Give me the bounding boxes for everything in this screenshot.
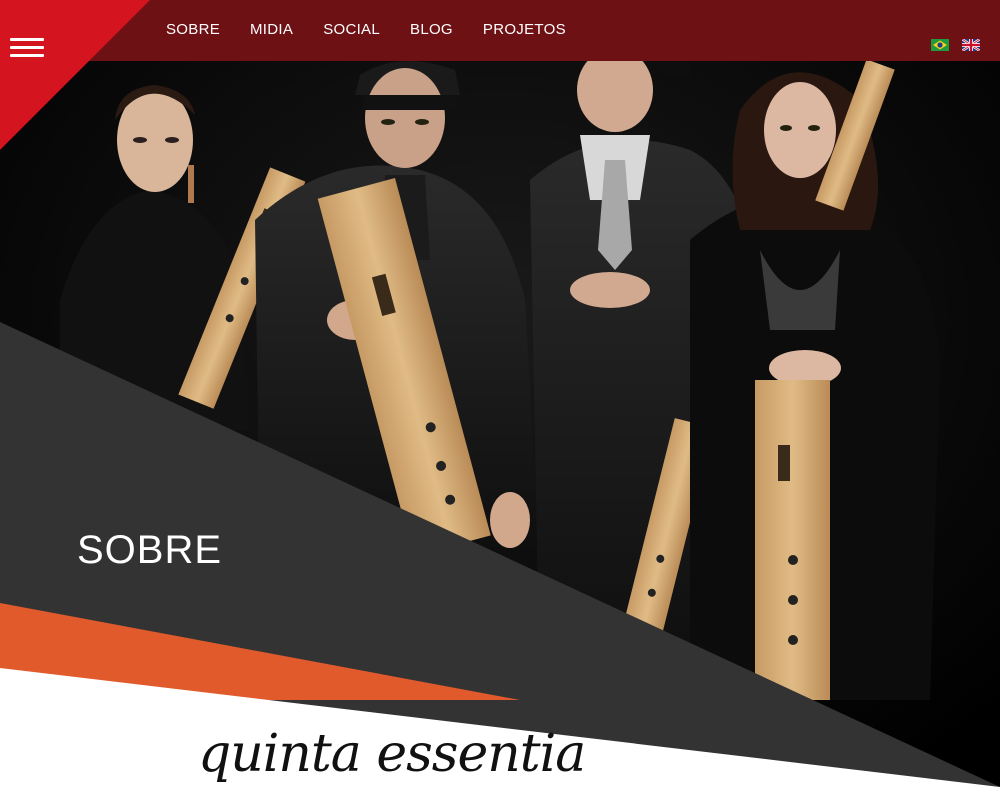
uk-flag-icon[interactable]	[962, 39, 980, 51]
nav-item-sobre[interactable]: SOBRE	[166, 21, 220, 38]
main-nav: SOBRE MIDIA SOCIAL BLOG PROJETOS	[166, 21, 566, 38]
hamburger-line	[10, 38, 44, 41]
top-navigation-bar: SOBRE MIDIA SOCIAL BLOG PROJETOS	[0, 0, 1000, 61]
diagonal-overlay	[0, 322, 1000, 800]
corner-triangle	[0, 0, 150, 150]
quinta-essentia-logo: quinta essentia	[198, 724, 586, 784]
section-title: SOBRE	[77, 528, 223, 572]
language-switcher	[931, 39, 980, 51]
nav-item-blog[interactable]: BLOG	[410, 21, 453, 38]
nav-item-projetos[interactable]: PROJETOS	[483, 21, 566, 38]
hamburger-line	[10, 54, 44, 57]
brazil-flag-icon[interactable]	[931, 39, 949, 51]
hamburger-line	[10, 46, 44, 49]
nav-item-midia[interactable]: MIDIA	[250, 21, 293, 38]
nav-item-social[interactable]: SOCIAL	[323, 21, 380, 38]
hamburger-menu-icon[interactable]	[10, 38, 44, 62]
